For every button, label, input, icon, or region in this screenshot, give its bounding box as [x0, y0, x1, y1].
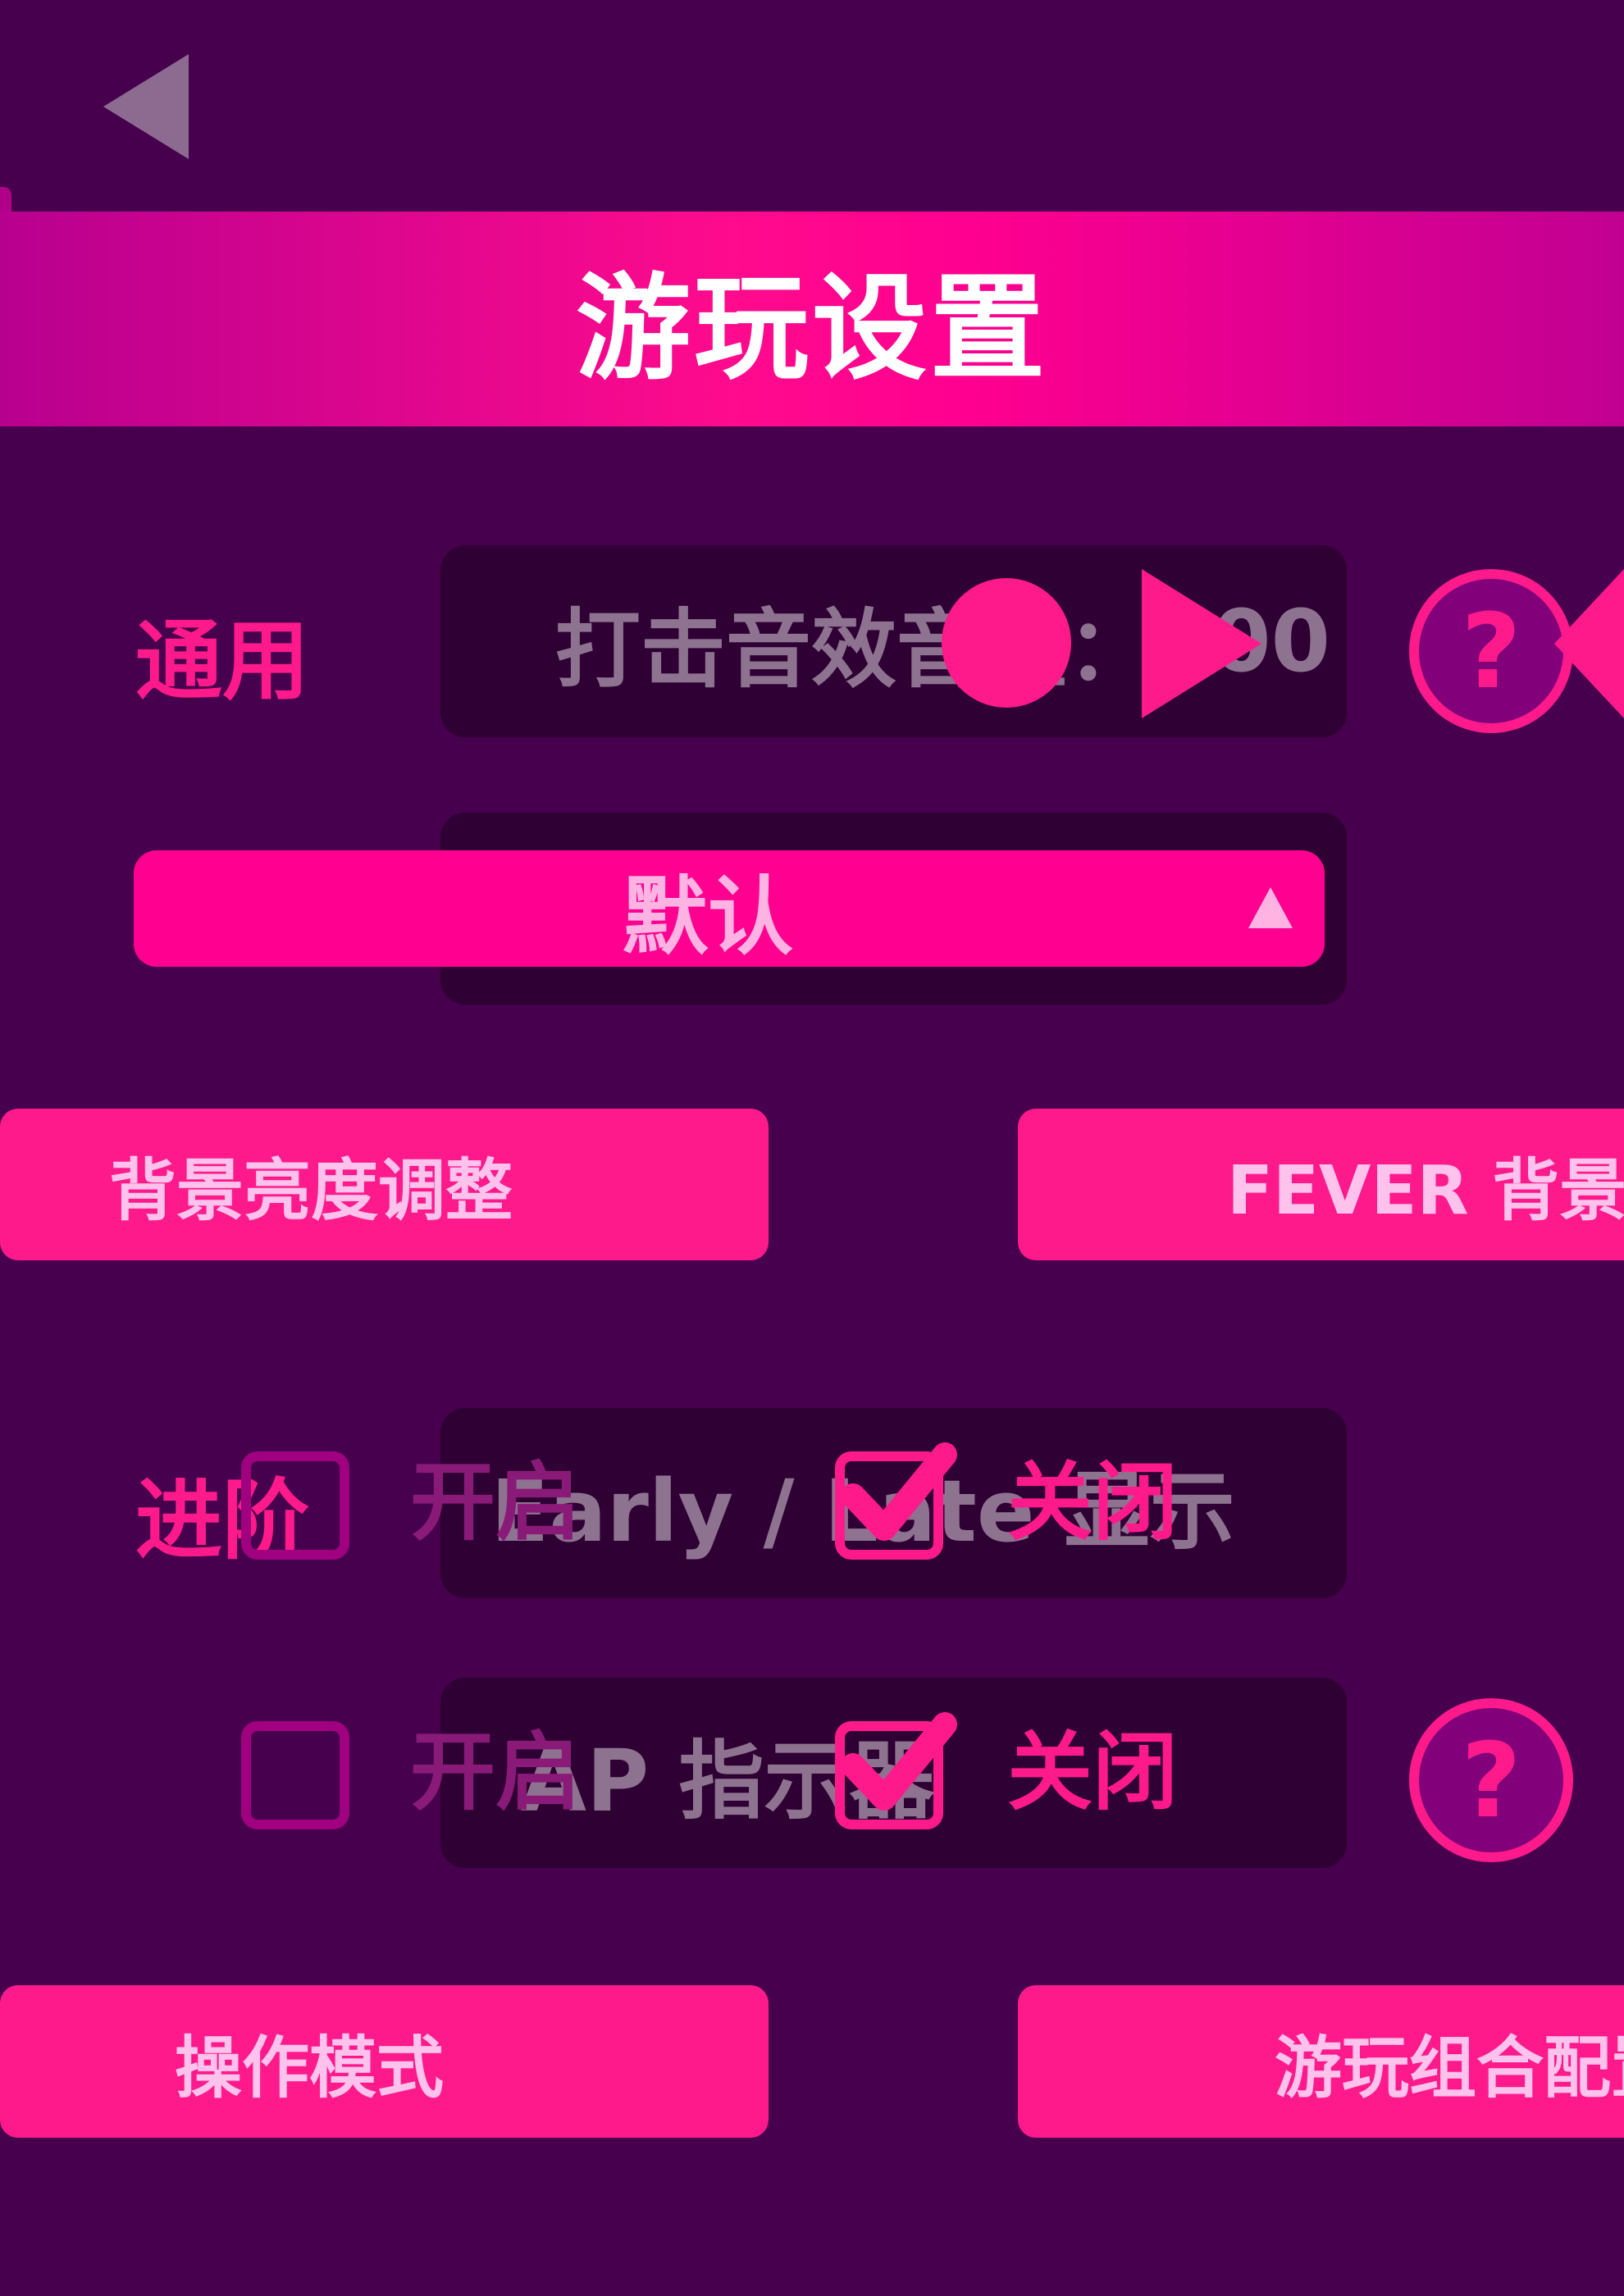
volume-slider-knob[interactable] [942, 578, 1071, 708]
combo-config-button[interactable]: 游玩组合配置 [1018, 1985, 1624, 2138]
preset-dropdown-value: 默认 [622, 866, 793, 967]
section-label-general: 通用 [135, 611, 309, 712]
checkmark-icon [841, 1712, 957, 1811]
control-mode-label: 操作模式 [175, 2029, 445, 2107]
combo-config-label: 游玩组合配置 [1275, 2029, 1624, 2107]
question-mark-icon: ? [1461, 590, 1521, 712]
fever-adjust-button[interactable]: FEVER 背景调整 [1018, 1109, 1624, 1260]
brightness-adjust-label: 背景亮度调整 [109, 1152, 513, 1230]
early-late-on-label: 开启 [410, 1452, 582, 1552]
help-button-volume[interactable]: ? [1409, 569, 1573, 733]
volume-increase-icon[interactable] [1138, 566, 1266, 722]
ap-indicator-on-checkbox[interactable] [241, 1721, 349, 1829]
checkmark-icon [841, 1442, 957, 1541]
early-late-on-checkbox[interactable] [241, 1451, 349, 1560]
page-title: 游玩设置 [575, 262, 1048, 396]
dropdown-arrow-up-icon [1248, 887, 1293, 928]
volume-decrease-icon[interactable] [1554, 566, 1624, 722]
back-button[interactable] [98, 49, 197, 164]
help-button-ap[interactable]: ? [1409, 1698, 1573, 1862]
back-arrow-icon [103, 54, 189, 159]
ap-indicator-off-label: 关闭 [1007, 1722, 1179, 1822]
fever-adjust-label: FEVER 背景调整 [1227, 1152, 1624, 1230]
ap-indicator-on-label: 开启 [410, 1722, 582, 1822]
question-mark-icon: ? [1461, 1720, 1521, 1841]
early-late-off-label: 关闭 [1007, 1452, 1179, 1552]
control-mode-button[interactable]: 操作模式 [0, 1985, 769, 2138]
brightness-adjust-button[interactable]: 背景亮度调整 [0, 1109, 769, 1260]
